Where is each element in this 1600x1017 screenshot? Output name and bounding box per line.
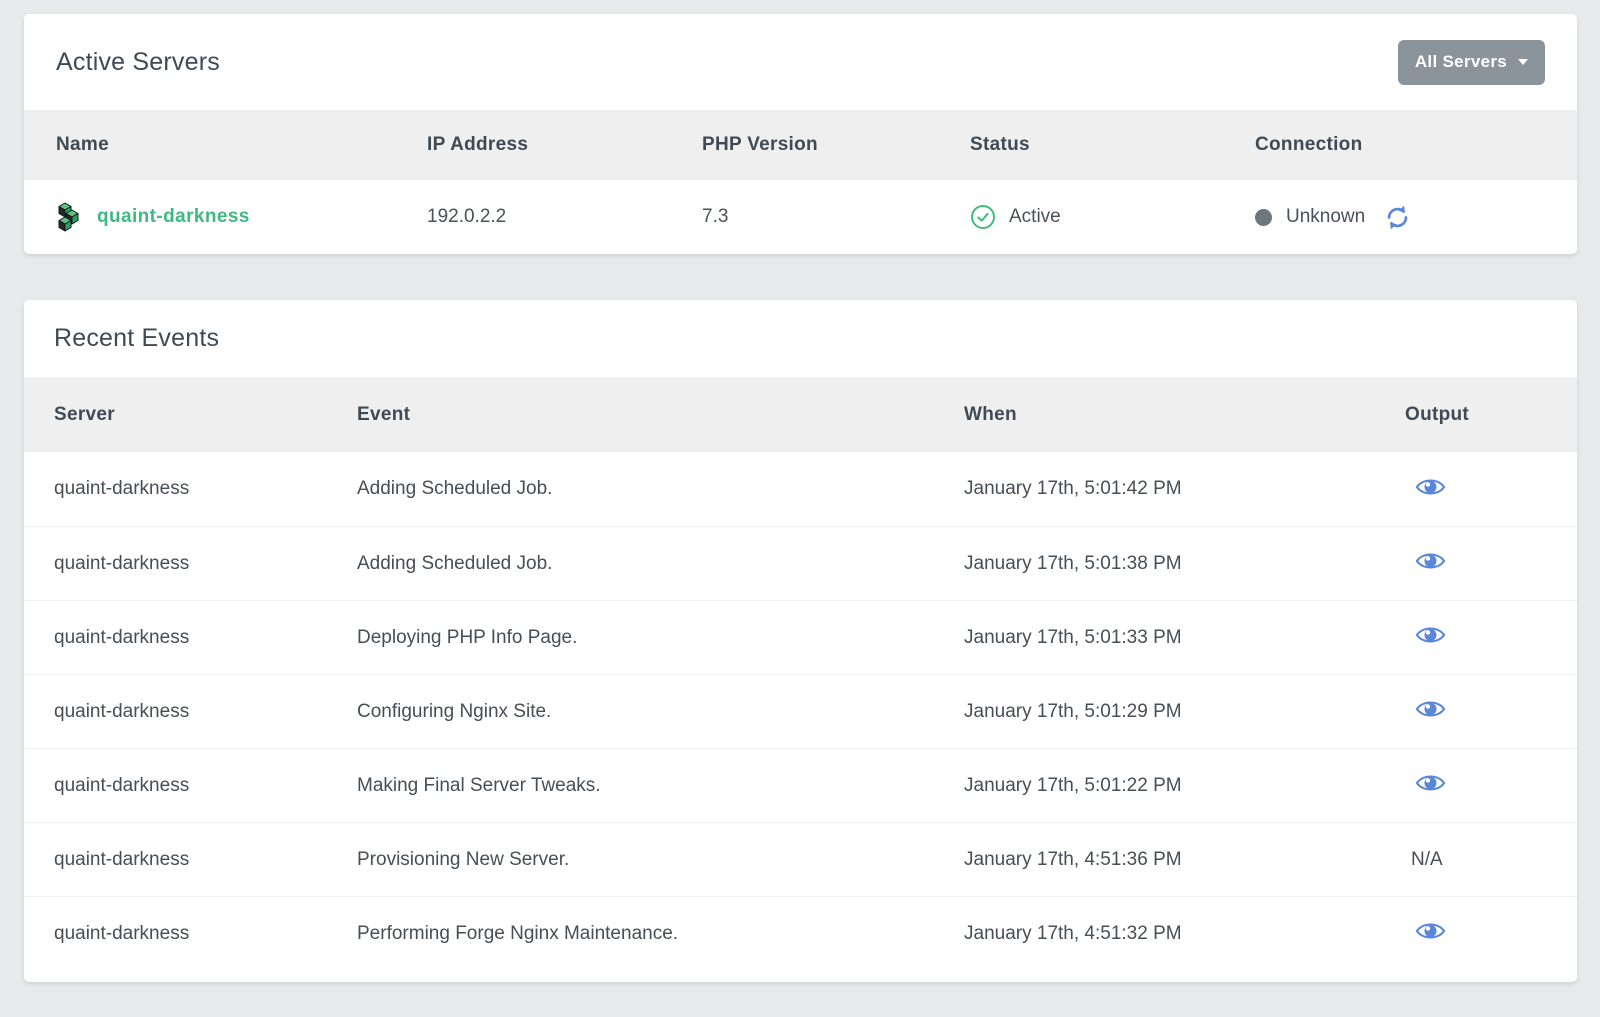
events-table-body: quaint-darkness Adding Scheduled Job. Ja… [24,452,1577,970]
eye-icon [1415,920,1446,942]
event-server: quaint-darkness [54,775,357,797]
event-server: quaint-darkness [54,849,357,871]
event-row: quaint-darkness Adding Scheduled Job. Ja… [24,452,1577,526]
eye-icon [1415,772,1446,794]
server-connection-label: Unknown [1286,206,1365,228]
recent-events-header: Recent Events [24,300,1577,377]
server-connection-cell: Unknown [1255,204,1545,231]
column-header-status: Status [970,134,1255,156]
event-description: Making Final Server Tweaks. [357,775,964,797]
event-output-cell [1405,920,1547,947]
recent-events-card: Recent Events Server Event When Output q… [24,300,1577,982]
view-output-button[interactable] [1415,920,1446,942]
caret-down-icon [1518,59,1528,65]
event-when: January 17th, 5:01:38 PM [964,553,1405,575]
event-description: Provisioning New Server. [357,849,964,871]
column-header-connection: Connection [1255,134,1545,156]
event-when: January 17th, 4:51:32 PM [964,923,1405,945]
event-output-cell [1405,772,1547,799]
server-php-version: 7.3 [702,206,970,228]
all-servers-dropdown-button[interactable]: All Servers [1398,40,1545,85]
server-status-label: Active [1009,206,1061,228]
view-output-button[interactable] [1415,772,1446,794]
event-when: January 17th, 4:51:36 PM [964,849,1405,871]
eye-icon [1415,698,1446,720]
active-servers-title: Active Servers [56,48,220,77]
event-row: quaint-darkness Making Final Server Twea… [24,748,1577,822]
event-description: Adding Scheduled Job. [357,478,964,500]
view-output-button[interactable] [1415,550,1446,572]
event-output-na: N/A [1411,849,1443,870]
event-output-cell [1405,624,1547,651]
active-servers-header: Active Servers All Servers [24,14,1577,110]
event-row: quaint-darkness Performing Forge Nginx M… [24,896,1577,970]
event-server: quaint-darkness [54,627,357,649]
connection-refresh-button[interactable] [1384,204,1411,231]
event-row: quaint-darkness Adding Scheduled Job. Ja… [24,526,1577,600]
server-name-cell: quaint-darkness [56,202,427,232]
events-table-header: Server Event When Output [24,377,1577,452]
eye-icon [1415,476,1446,498]
event-row: quaint-darkness Configuring Nginx Site. … [24,674,1577,748]
event-description: Performing Forge Nginx Maintenance. [357,923,964,945]
view-output-button[interactable] [1415,698,1446,720]
event-output-cell: N/A [1405,849,1547,871]
active-servers-card: Active Servers All Servers Name IP Addre… [24,14,1577,254]
view-output-button[interactable] [1415,476,1446,498]
recent-events-title: Recent Events [54,324,219,353]
event-server: quaint-darkness [54,478,357,500]
event-when: January 17th, 5:01:33 PM [964,627,1405,649]
column-header-name: Name [56,134,427,156]
eye-icon [1415,550,1446,572]
column-header-when: When [964,404,1405,426]
eye-icon [1415,624,1446,646]
event-when: January 17th, 5:01:42 PM [964,478,1405,500]
event-description: Configuring Nginx Site. [357,701,964,723]
event-output-cell [1405,550,1547,577]
server-row: quaint-darkness 192.0.2.2 7.3 Active Unk… [24,180,1577,254]
server-cubes-icon [56,202,82,232]
column-header-server: Server [54,404,357,426]
event-server: quaint-darkness [54,553,357,575]
column-header-php: PHP Version [702,134,970,156]
event-output-cell [1405,476,1547,503]
server-ip: 192.0.2.2 [427,206,702,228]
all-servers-dropdown-label: All Servers [1415,52,1507,72]
event-server: quaint-darkness [54,701,357,723]
event-description: Adding Scheduled Job. [357,553,964,575]
event-server: quaint-darkness [54,923,357,945]
event-when: January 17th, 5:01:29 PM [964,701,1405,723]
connection-unknown-dot-icon [1255,209,1272,226]
column-header-ip: IP Address [427,134,702,156]
event-row: quaint-darkness Deploying PHP Info Page.… [24,600,1577,674]
server-status-cell: Active [970,204,1255,230]
column-header-event: Event [357,404,964,426]
event-when: January 17th, 5:01:22 PM [964,775,1405,797]
view-output-button[interactable] [1415,624,1446,646]
event-row: quaint-darkness Provisioning New Server.… [24,822,1577,896]
server-name-link[interactable]: quaint-darkness [97,206,250,228]
status-check-circle-icon [970,204,996,230]
dashboard-page: Active Servers All Servers Name IP Addre… [0,0,1600,982]
servers-table-header: Name IP Address PHP Version Status Conne… [24,110,1577,180]
refresh-icon [1384,204,1411,231]
column-header-output: Output [1405,404,1547,426]
event-output-cell [1405,698,1547,725]
event-description: Deploying PHP Info Page. [357,627,964,649]
